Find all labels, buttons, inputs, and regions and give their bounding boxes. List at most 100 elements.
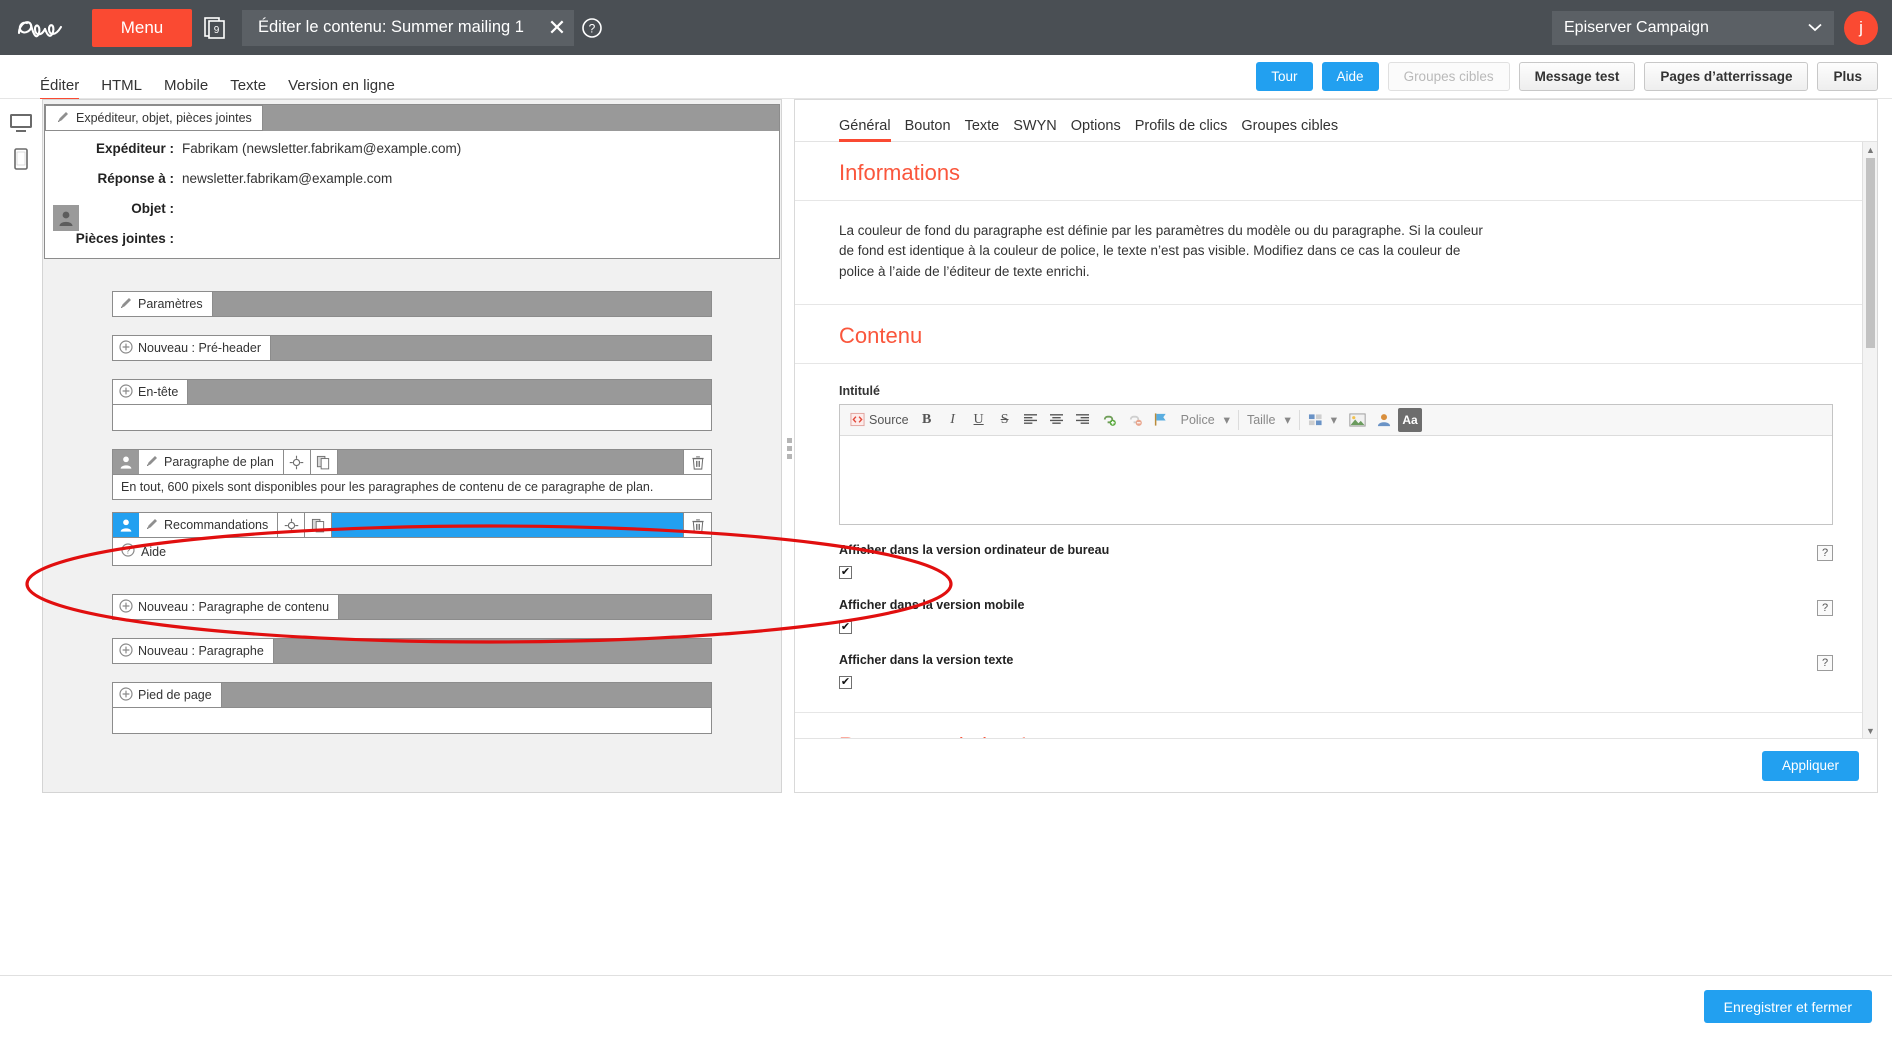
block-nouveau-paragraphe-tab[interactable]: Nouveau : Paragraphe (113, 639, 274, 663)
checkbox-texte-row: Afficher dans la version texte ✔ ? (839, 635, 1833, 690)
checkbox-texte[interactable]: ✔ (839, 675, 852, 689)
scroll-up-icon[interactable]: ▲ (1863, 142, 1877, 157)
font-family-dropdown[interactable]: Police ▾ (1175, 408, 1236, 432)
block-paragraphe-de-plan-delete-icon[interactable] (683, 450, 711, 474)
strikethrough-button[interactable]: S (993, 408, 1017, 432)
tab-texte[interactable]: Texte (230, 78, 266, 99)
block-nouveau-pre-header-label: Nouveau : Pré-header (138, 341, 261, 355)
block-recommandations-move-icon[interactable] (278, 513, 306, 537)
bold-button[interactable]: B (915, 408, 939, 432)
desktop-preview-icon[interactable] (0, 105, 42, 141)
pencil-icon (145, 517, 159, 534)
close-document-icon[interactable]: ✕ (539, 9, 574, 46)
tab-html[interactable]: HTML (101, 78, 142, 99)
aide-button[interactable]: Aide (1321, 62, 1379, 91)
block-nouveau-pre-header[interactable]: Nouveau : Pré-header (112, 335, 712, 361)
italic-button[interactable]: I (941, 408, 965, 432)
panel-splitter-handle[interactable] (786, 430, 793, 466)
avatar-initial: j (1859, 17, 1863, 37)
help-texte-icon[interactable]: ? (1817, 654, 1833, 671)
image-icon[interactable] (1345, 408, 1370, 432)
block-parametres-tab[interactable]: Paramètres (113, 292, 213, 316)
tab-profils-de-clics[interactable]: Profils de clics (1135, 118, 1228, 141)
appliquer-button[interactable]: Appliquer (1761, 750, 1859, 781)
properties-scrollbar[interactable]: ▲ ▼ (1862, 142, 1877, 738)
pencil-icon (145, 454, 159, 471)
help-desktop-icon[interactable]: ? (1817, 544, 1833, 561)
tab-version-en-ligne[interactable]: Version en ligne (288, 78, 395, 99)
tour-button[interactable]: Tour (1256, 62, 1313, 91)
sender-edit-tab[interactable]: Expéditeur, objet, pièces jointes (45, 105, 263, 131)
tab-texte-props[interactable]: Texte (965, 118, 1000, 141)
block-pied-de-page-body (112, 708, 712, 734)
help-mobile-icon[interactable]: ? (1817, 599, 1833, 616)
underline-button[interactable]: U (967, 408, 991, 432)
checkbox-mobile[interactable]: ✔ (839, 620, 852, 634)
table-icon[interactable]: ▾ (1302, 408, 1343, 432)
question-circle-icon: ? (121, 543, 135, 560)
text-color-button[interactable]: Aa (1398, 407, 1422, 432)
content-blocks-list: Paramètres Nouveau : Pré-header En-tête … (43, 259, 781, 734)
block-recommandations-avatar-icon[interactable] (113, 513, 139, 537)
help-icon[interactable]: ? (574, 0, 610, 55)
recommandation-1-title: Recommandation 1 (839, 733, 1833, 738)
documents-icon[interactable]: 9 (192, 0, 238, 55)
client-selector[interactable]: Episerver Campaign (1552, 10, 1834, 45)
block-paragraphe-de-plan-copy-icon[interactable] (310, 450, 338, 474)
tab-swyn[interactable]: SWYN (1013, 118, 1057, 141)
block-nouveau-pre-header-tab[interactable]: Nouveau : Pré-header (113, 336, 271, 360)
tab-general[interactable]: Général (839, 118, 891, 142)
source-button[interactable]: Source (846, 408, 913, 432)
block-en-tete-tab[interactable]: En-tête (113, 380, 189, 404)
plus-circle-icon (119, 383, 133, 401)
rich-text-content-area[interactable] (840, 435, 1832, 524)
user-avatar[interactable]: j (1844, 10, 1878, 45)
block-pied-de-page-tab[interactable]: Pied de page (113, 683, 222, 707)
block-nouveau-paragraphe[interactable]: Nouveau : Paragraphe (112, 638, 712, 664)
top-bar-right: Episerver Campaign j (1552, 10, 1892, 45)
block-paragraphe-de-plan[interactable]: Paragraphe de plan (112, 449, 712, 475)
align-right-icon[interactable] (1071, 408, 1095, 432)
block-nouveau-paragraphe-de-contenu-tab[interactable]: Nouveau : Paragraphe de contenu (113, 595, 340, 619)
block-paragraphe-de-plan-avatar-icon[interactable] (113, 450, 139, 474)
message-test-button[interactable]: Message test (1518, 62, 1636, 91)
block-nouveau-paragraphe-de-contenu[interactable]: Nouveau : Paragraphe de contenu (112, 594, 712, 620)
checkbox-desktop[interactable]: ✔ (839, 565, 852, 579)
personalize-icon[interactable] (1372, 408, 1396, 432)
align-left-icon[interactable] (1019, 408, 1043, 432)
plus-circle-icon (119, 642, 133, 660)
section-contenu-header: Contenu (795, 305, 1877, 364)
block-paragraphe-de-plan-tab[interactable]: Paragraphe de plan (139, 450, 284, 474)
app-root: Menu 9 Éditer le contenu: Summer mailing… (0, 0, 1892, 1037)
episerver-logo-icon[interactable] (0, 0, 92, 55)
scrollbar-thumb[interactable] (1866, 158, 1875, 348)
block-recommandations-note[interactable]: ? Aide (112, 538, 712, 566)
block-recommandations-copy-icon[interactable] (305, 513, 333, 537)
block-en-tete[interactable]: En-tête (112, 379, 712, 405)
tab-groupes-cibles[interactable]: Groupes cibles (1241, 118, 1338, 141)
tab-options[interactable]: Options (1071, 118, 1121, 141)
pages-atterrissage-button[interactable]: Pages d’atterrissage (1644, 62, 1809, 91)
tab-mobile[interactable]: Mobile (164, 78, 208, 99)
block-nouveau-paragraphe-de-contenu-fill (339, 595, 711, 619)
mobile-preview-icon[interactable] (0, 141, 42, 177)
enregistrer-et-fermer-button[interactable]: Enregistrer et fermer (1703, 990, 1872, 1023)
tab-editer[interactable]: Éditer (40, 78, 80, 101)
plus-button[interactable]: Plus (1817, 62, 1878, 91)
block-parametres[interactable]: Paramètres (112, 291, 712, 317)
block-paragraphe-de-plan-move-icon[interactable] (283, 450, 311, 474)
block-recommandations[interactable]: Recommandations (112, 512, 712, 538)
intitule-label: Intitulé (839, 383, 880, 398)
font-size-dropdown[interactable]: Taille ▾ (1241, 408, 1297, 432)
scroll-down-icon[interactable]: ▼ (1863, 723, 1877, 738)
toolbar-separator (1237, 409, 1239, 430)
block-recommandations-tab[interactable]: Recommandations (139, 513, 279, 537)
align-center-icon[interactable] (1045, 408, 1069, 432)
block-pied-de-page[interactable]: Pied de page (112, 682, 712, 708)
block-recommandations-delete-icon[interactable] (683, 513, 711, 537)
anchor-icon[interactable] (1149, 408, 1173, 432)
remove-link-icon[interactable] (1123, 408, 1147, 432)
insert-link-icon[interactable] (1097, 408, 1121, 432)
menu-button[interactable]: Menu (92, 8, 192, 47)
tab-bouton[interactable]: Bouton (905, 118, 951, 141)
